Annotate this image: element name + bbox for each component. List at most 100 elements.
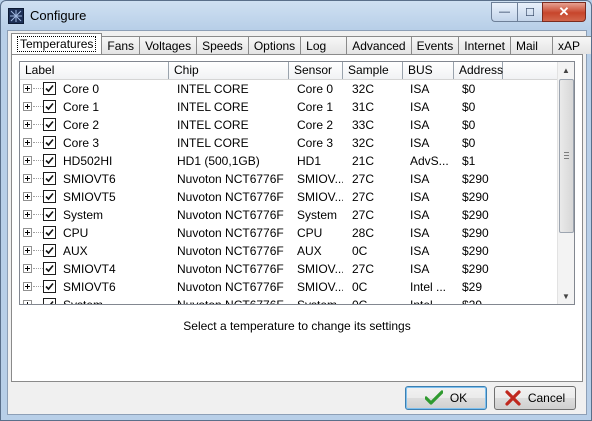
expand-icon[interactable] [23, 228, 32, 237]
ok-button[interactable]: OK [405, 386, 487, 410]
sensor-label: System [63, 208, 104, 222]
tab-label: Temperatures [17, 36, 97, 52]
table-row[interactable]: Core 2 INTEL CORE Core 2 33C ISA $0 [20, 116, 560, 134]
row-checkbox[interactable] [43, 262, 56, 275]
row-checkbox[interactable] [43, 226, 56, 239]
sample-cell: 33C [352, 118, 375, 132]
expand-icon[interactable] [23, 210, 32, 219]
expand-icon[interactable] [23, 300, 32, 304]
table-row[interactable]: Core 1 INTEL CORE Core 1 31C ISA $0 [20, 98, 560, 116]
expand-icon[interactable] [23, 246, 32, 255]
close-button[interactable]: ✕ [542, 2, 586, 22]
table-row[interactable]: SMIOVT5 Nuvoton NCT6776F SMIOV... 27C ISA $29… [20, 188, 560, 206]
sample-cell: 0C [352, 244, 368, 258]
row-checkbox[interactable] [43, 82, 56, 95]
address-cell: $0 [462, 136, 476, 150]
expand-icon[interactable] [23, 84, 32, 93]
row-checkbox[interactable] [43, 280, 56, 293]
label-cell: CPU [20, 224, 169, 242]
tab-speeds[interactable]: Speeds [197, 36, 249, 54]
tab-events[interactable]: Events [411, 36, 460, 54]
sensor-label: HD502HI [63, 154, 113, 168]
tab-temperatures[interactable]: Temperatures [11, 33, 103, 54]
sensor-cell: SMIOV... [297, 172, 343, 186]
chip-cell: Nuvoton NCT6776F [177, 262, 284, 276]
table-row[interactable]: System Nuvoton NCT6776F System 0C Intel ... $… [20, 296, 560, 305]
sample-cell: 27C [352, 262, 375, 276]
tab-voltages[interactable]: Voltages [140, 36, 198, 54]
chip-cell: Nuvoton NCT6776F [177, 172, 284, 186]
label-cell: Core 3 [20, 134, 169, 152]
column-header-sensor[interactable]: Sensor [289, 62, 343, 79]
expand-icon[interactable] [23, 156, 32, 165]
tab-strip: Temperatures Fans Voltages Speeds Option… [11, 33, 591, 55]
vertical-scrollbar[interactable]: ▲ ▼ [557, 62, 574, 304]
table-row[interactable]: SMIOVT6 Nuvoton NCT6776F SMIOV... 0C Intel .… [20, 278, 560, 296]
column-header-address[interactable]: Address [454, 62, 503, 79]
tab-options[interactable]: Options [248, 36, 302, 54]
sensor-label: System [63, 298, 104, 305]
label-cell: System [20, 296, 169, 305]
ok-label: OK [449, 391, 468, 405]
app-icon[interactable] [8, 8, 24, 24]
expand-icon[interactable] [23, 282, 32, 291]
label-cell: System [20, 206, 169, 224]
address-cell: $290 [462, 208, 489, 222]
table-row[interactable]: Core 0 INTEL CORE Core 0 32C ISA $0 [20, 80, 560, 98]
row-checkbox[interactable] [43, 100, 56, 113]
tab-xap[interactable]: xAP [552, 36, 591, 54]
label-cell: HD502HI [20, 152, 169, 170]
scroll-down-icon[interactable]: ▼ [558, 288, 574, 304]
row-checkbox[interactable] [43, 190, 56, 203]
maximize-button[interactable]: ☐ [517, 2, 542, 22]
expand-icon[interactable] [23, 264, 32, 273]
scroll-thumb[interactable] [559, 79, 574, 233]
sensor-list[interactable]: Label Chip Sensor Sample BUS Address Cor… [19, 61, 575, 305]
scroll-up-icon[interactable]: ▲ [558, 62, 574, 78]
tab-mail[interactable]: Mail [510, 36, 553, 54]
tree-line [33, 286, 43, 287]
column-header-chip[interactable]: Chip [169, 62, 289, 79]
expand-icon[interactable] [23, 138, 32, 147]
sample-cell: 32C [352, 82, 375, 96]
chip-cell: Nuvoton NCT6776F [177, 226, 284, 240]
expand-icon[interactable] [23, 120, 32, 129]
row-checkbox[interactable] [43, 136, 56, 149]
tab-fans[interactable]: Fans [102, 36, 141, 54]
tab-internet[interactable]: Internet [459, 36, 511, 54]
tab-log[interactable]: Log [301, 36, 348, 54]
row-checkbox[interactable] [43, 172, 56, 185]
tab-advanced[interactable]: Advanced [347, 36, 412, 54]
table-row[interactable]: AUX Nuvoton NCT6776F AUX 0C ISA $290 [20, 242, 560, 260]
configure-window: Configure — ☐ ✕ Temperatures Fans Voltag… [0, 0, 592, 421]
sensor-label: Core 1 [63, 100, 100, 114]
table-row[interactable]: Core 3 INTEL CORE Core 3 32C ISA $0 [20, 134, 560, 152]
expand-icon[interactable] [23, 192, 32, 201]
table-row[interactable]: SMIOVT4 Nuvoton NCT6776F SMIOV... 27C ISA $29… [20, 260, 560, 278]
row-checkbox[interactable] [43, 154, 56, 167]
row-checkbox[interactable] [43, 208, 56, 221]
title-bar[interactable]: Configure — ☐ ✕ [1, 1, 591, 30]
expand-icon[interactable] [23, 102, 32, 111]
checkmark-icon [45, 120, 54, 129]
table-row[interactable]: HD502HI HD1 (500,1GB) HD1 21C AdvS... $1 [20, 152, 560, 170]
tree-line [33, 214, 43, 215]
window-controls: — ☐ ✕ [491, 2, 586, 22]
hint-text: Select a temperature to change its setti… [183, 319, 411, 333]
column-header-label[interactable]: Label [20, 62, 169, 79]
expand-icon[interactable] [23, 174, 32, 183]
table-row[interactable]: CPU Nuvoton NCT6776F CPU 28C ISA $290 [20, 224, 560, 242]
column-header-bus[interactable]: BUS [403, 62, 454, 79]
table-row[interactable]: System Nuvoton NCT6776F System 27C ISA $290 [20, 206, 560, 224]
table-row[interactable]: SMIOVT6 Nuvoton NCT6776F SMIOV... 27C ISA $29… [20, 170, 560, 188]
column-header-sample[interactable]: Sample [343, 62, 403, 79]
cancel-button[interactable]: Cancel [494, 386, 576, 410]
checkmark-icon [45, 282, 54, 291]
minimize-button[interactable]: — [491, 2, 517, 22]
row-checkbox[interactable] [43, 118, 56, 131]
address-cell: $0 [462, 100, 476, 114]
chip-cell: Nuvoton NCT6776F [177, 280, 284, 294]
sensor-label: Core 0 [63, 82, 100, 96]
row-checkbox[interactable] [43, 298, 56, 304]
row-checkbox[interactable] [43, 244, 56, 257]
